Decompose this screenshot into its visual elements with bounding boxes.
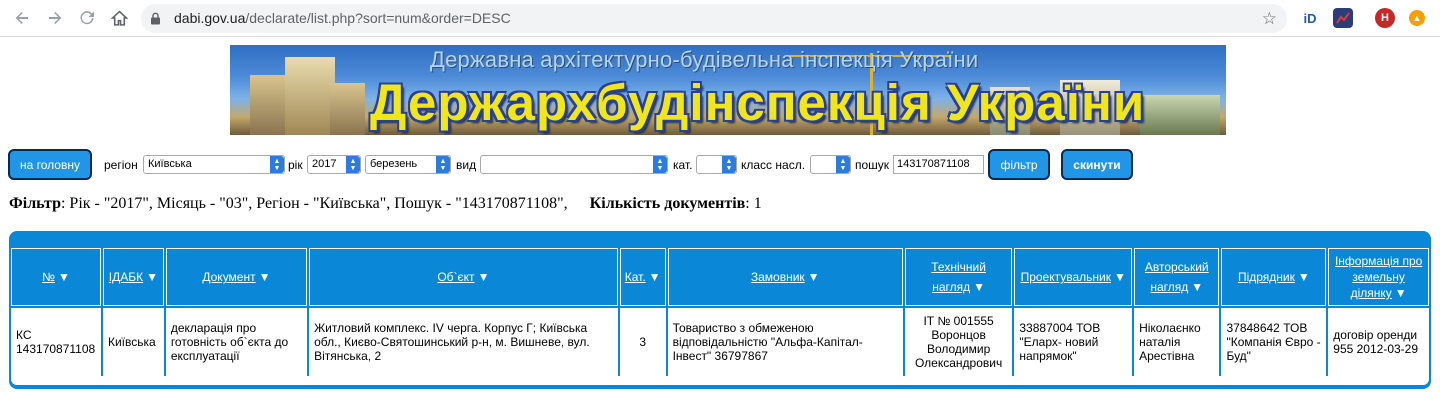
search-label: пошук (855, 158, 890, 172)
category-label: кат. (673, 158, 693, 172)
sort-desc-icon: ▼ (1191, 280, 1204, 294)
sort-desc-icon: ▼ (1394, 286, 1407, 300)
forward-arrow-icon[interactable] (45, 8, 65, 28)
url-text: dabi.gov.ua/declarate/list.php?sort=num&… (174, 10, 511, 26)
bookmark-star-icon[interactable]: ☆ (1262, 9, 1277, 29)
chevron-updown-icon: ▲ ▼ (722, 156, 736, 173)
cell-idabk: Київська (102, 308, 164, 376)
extension-id-icon[interactable]: iD (1300, 8, 1320, 28)
class-select[interactable]: ▲ ▼ (810, 155, 851, 174)
chevron-updown-icon: ▲ ▼ (836, 156, 850, 173)
sort-desc-icon: ▼ (57, 270, 70, 284)
document-count-label: Кількість документів (589, 195, 746, 212)
sort-desc-icon: ▼ (1113, 270, 1126, 284)
cell-object: Житловий комплекс. IV черга. Корпус Г; К… (309, 308, 618, 376)
results-table: № ▼ ІДАБК ▼ Документ ▼ Об`єкт ▼ Кат. ▼ Замовн… (9, 246, 1431, 378)
class-label: класс насл. (741, 158, 806, 172)
reset-button[interactable]: скинути (1061, 149, 1133, 180)
cell-category: 3 (619, 308, 666, 376)
sort-desc-icon: ▼ (807, 270, 820, 284)
year-label: рік (288, 158, 303, 172)
banner-title: Держархбудінспекція України (370, 74, 1146, 131)
month-select[interactable]: березень ▲ ▼ (365, 155, 451, 174)
column-header-designer[interactable]: Проектувальник ▼ (1014, 248, 1133, 306)
filter-summary-label: Фільтр (9, 195, 61, 212)
search-input[interactable]: 143170871108 (893, 155, 984, 174)
home-button[interactable]: на головну (8, 149, 92, 180)
chevron-updown-icon: ▲ ▼ (346, 156, 360, 173)
type-label: вид (456, 158, 477, 172)
cell-tech-supervision: ІТ № 001555 Воронцов Володимир Олександр… (904, 308, 1013, 376)
sort-desc-icon: ▼ (146, 270, 158, 284)
column-header-document[interactable]: Документ ▼ (165, 248, 308, 306)
type-select[interactable]: ▲ ▼ (480, 155, 668, 174)
chevron-updown-icon: ▲ ▼ (270, 156, 284, 173)
document-count-value: : 1 (745, 195, 762, 212)
banner-building (250, 75, 290, 135)
column-header-category[interactable]: Кат. ▼ (619, 248, 666, 306)
lock-icon (150, 12, 161, 28)
region-label: регіон (104, 158, 138, 172)
home-icon[interactable] (109, 8, 129, 28)
month-select-value: березень (370, 158, 418, 170)
cell-land-info: договір оренди 955 2012-03-29 (1328, 308, 1429, 376)
reload-icon[interactable] (77, 8, 97, 28)
cell-document: декларація про готовність об`єкта до екс… (165, 308, 308, 376)
sort-desc-icon: ▼ (973, 280, 985, 294)
column-header-contractor[interactable]: Підрядник ▼ (1221, 248, 1327, 306)
banner-building (330, 83, 365, 135)
column-header-customer[interactable]: Замовник ▼ (667, 248, 903, 306)
chevron-updown-icon: ▲ ▼ (436, 156, 450, 173)
filter-bar: на головну регіон Київська ▲ ▼ рік 2017 ▲… (0, 149, 1440, 183)
table-row[interactable]: КС 143170871108 Київська декларація про … (11, 308, 1429, 376)
year-select[interactable]: 2017 ▲ ▼ (307, 155, 361, 174)
address-bar[interactable]: dabi.gov.ua/declarate/list.php?sort=num&… (141, 4, 1287, 33)
table-header-row: № ▼ ІДАБК ▼ Документ ▼ Об`єкт ▼ Кат. ▼ Замовн… (11, 248, 1429, 306)
cell-contractor: 37848642 ТОВ "Компанія Євро - Буд" (1221, 308, 1327, 376)
chevron-updown-icon: ▲ ▼ (653, 156, 667, 173)
cell-customer: Товариство з обмеженою відповідальністю … (667, 308, 903, 376)
results-table-container: № ▼ ІДАБК ▼ Документ ▼ Об`єкт ▼ Кат. ▼ Замовн… (9, 231, 1431, 389)
cell-designer: 33887004 ТОВ "Еларх- новий напрямок" (1014, 308, 1133, 376)
cell-num: КС 143170871108 (11, 308, 101, 376)
column-header-num[interactable]: № ▼ (11, 248, 101, 306)
column-header-tech-supervision[interactable]: Технічний нагляд ▼ (904, 248, 1013, 306)
browser-toolbar: dabi.gov.ua/declarate/list.php?sort=num&… (0, 0, 1440, 37)
extension-up-arrow-icon[interactable]: ▲ (1409, 10, 1425, 26)
sort-desc-icon: ▼ (648, 270, 661, 284)
site-banner: Державна архітектурно-будівельна інспекц… (230, 45, 1226, 135)
category-select[interactable]: ▲ ▼ (696, 155, 737, 174)
sort-desc-icon: ▼ (1297, 270, 1310, 284)
banner-subtitle: Державна архітектурно-будівельна інспекц… (430, 47, 979, 72)
region-select-value: Київська (148, 158, 192, 170)
filter-summary-text: : Рік - "2017", Місяць - "03", Регіон - … (60, 195, 568, 212)
column-header-idabk[interactable]: ІДАБК ▼ (102, 248, 164, 306)
column-header-land-info[interactable]: Інформація про земельну ділянку ▼ (1328, 248, 1429, 306)
back-arrow-icon[interactable] (12, 8, 32, 28)
profile-avatar[interactable]: H (1375, 8, 1395, 28)
banner-building (1140, 95, 1220, 135)
year-select-value: 2017 (312, 158, 337, 170)
filter-summary: Фільтр: Рік - "2017", Місяць - "03", Рег… (9, 195, 762, 213)
extension-chart-icon[interactable] (1333, 8, 1353, 28)
table-footer (11, 376, 1429, 385)
sort-desc-icon: ▼ (258, 270, 271, 284)
banner-building (285, 57, 335, 135)
region-select[interactable]: Київська ▲ ▼ (143, 155, 285, 174)
filter-button[interactable]: фільтр (988, 149, 1050, 180)
sort-desc-icon: ▼ (477, 270, 490, 284)
column-header-author-supervision[interactable]: Авторський нагляд ▼ (1134, 248, 1220, 306)
column-header-object[interactable]: Об`єкт ▼ (309, 248, 618, 306)
cell-author-supervision: Ніколаєнко наталія Арестівна (1134, 308, 1220, 376)
